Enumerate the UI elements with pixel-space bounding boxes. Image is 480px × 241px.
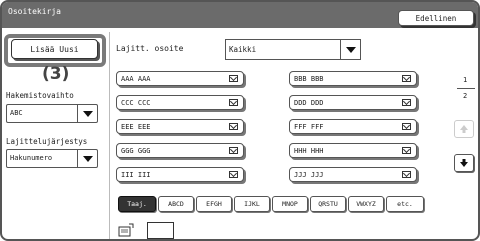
email-icon — [229, 147, 238, 154]
tab-abcd[interactable]: ABCD — [158, 196, 194, 212]
address-entry[interactable]: FFF FFF — [289, 119, 417, 134]
chevron-down-icon[interactable] — [77, 150, 97, 167]
sort-order-select[interactable]: Hakunumero — [6, 149, 98, 168]
email-icon — [229, 99, 238, 106]
keyboard-icon — [118, 223, 134, 237]
page-current: 1 — [463, 76, 468, 84]
address-type-value: Kaikki — [229, 45, 257, 54]
sort-order-label: Lajittelujärjestys — [6, 137, 88, 146]
address-book-dialog: Osoitekirja Edellinen Lisää Uusi (3) Hak… — [0, 0, 480, 241]
step-callout: (3) — [42, 64, 70, 84]
directory-select-value: ABC — [10, 109, 23, 117]
chevron-down-icon[interactable] — [77, 105, 97, 122]
email-icon — [229, 75, 238, 82]
email-icon — [402, 147, 411, 154]
directory-select[interactable]: ABC — [6, 104, 98, 123]
address-entry[interactable]: GGG GGG — [116, 143, 244, 158]
address-type-select[interactable]: Kaikki — [225, 39, 361, 60]
arrow-down-icon — [460, 159, 468, 167]
tab-mnop[interactable]: MNOP — [272, 196, 308, 212]
page-divider — [457, 88, 475, 89]
email-icon — [402, 171, 411, 178]
tab-qrstu[interactable]: QRSTU — [310, 196, 346, 212]
add-new-button[interactable]: Lisää Uusi — [11, 39, 98, 59]
sort-order-select-value: Hakunumero — [10, 154, 53, 162]
address-entry[interactable]: HHH HHH — [289, 143, 417, 158]
tab-efgh[interactable]: EFGH — [196, 196, 232, 212]
tab-etc[interactable]: etc. — [386, 196, 424, 212]
address-entry[interactable]: DDD DDD — [289, 95, 417, 110]
page-down-button[interactable] — [454, 154, 474, 172]
search-keyboard[interactable] — [118, 220, 174, 239]
directory-switch-label: Hakemistovaihto — [6, 91, 74, 100]
back-button[interactable]: Edellinen — [398, 10, 474, 26]
email-icon — [229, 171, 238, 178]
tab-vwxyz[interactable]: VWXYZ — [348, 196, 384, 212]
tab-frequent[interactable]: Taaj. — [118, 196, 156, 212]
email-icon — [402, 99, 411, 106]
dialog-title: Osoitekirja — [8, 7, 61, 16]
address-entry[interactable]: EEE EEE — [116, 119, 244, 134]
address-entry[interactable]: CCC CCC — [116, 95, 244, 110]
arrow-up-icon — [460, 125, 468, 133]
email-icon — [402, 123, 411, 130]
address-entry[interactable]: JJJ JJJ — [289, 167, 417, 182]
page-up-button[interactable] — [454, 120, 474, 138]
address-entry[interactable]: AAA AAA — [116, 71, 244, 86]
address-entry[interactable]: III III — [116, 167, 244, 182]
page-total: 2 — [463, 92, 468, 100]
address-entry[interactable]: BBB BBB — [289, 71, 417, 86]
index-tabs: Taaj. ABCD EFGH IJKL MNOP QRSTU VWXYZ et… — [118, 196, 426, 212]
email-icon — [402, 75, 411, 82]
chevron-down-icon[interactable] — [340, 40, 360, 59]
email-icon — [229, 123, 238, 130]
search-input[interactable] — [147, 222, 174, 239]
address-type-label: Lajitt. osoite — [116, 44, 184, 53]
divider — [109, 32, 110, 239]
tab-ijkl[interactable]: IJKL — [234, 196, 270, 212]
